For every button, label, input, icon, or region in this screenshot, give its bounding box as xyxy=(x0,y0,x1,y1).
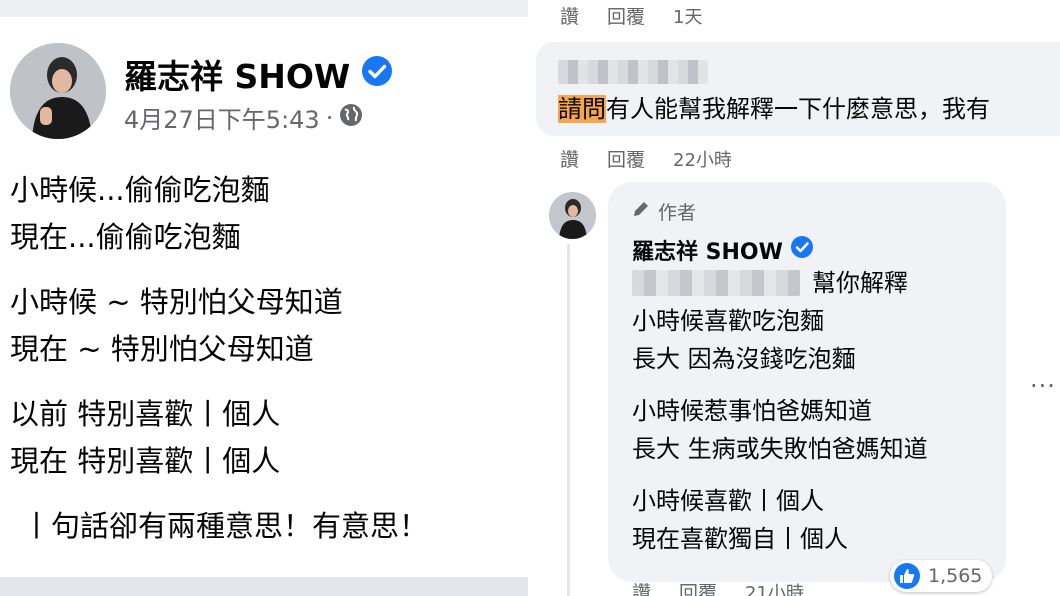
post-paragraph: 以前 特別喜歡丨個人 現在 特別喜歡丨個人 xyxy=(10,391,428,485)
globe-icon[interactable] xyxy=(339,103,363,133)
verified-badge-icon xyxy=(362,55,393,94)
reply-paragraph: 小時候喜歡丨個人 現在喜歡獨自丨個人 xyxy=(632,482,928,558)
post-line: 小時候...偷偷吃泡麵 xyxy=(10,173,270,207)
highlighted-text: 請問 xyxy=(558,95,606,123)
reply-author: 羅志祥 SHOW xyxy=(632,234,813,266)
thumbs-up-icon xyxy=(894,563,920,589)
post-line: 現在...偷偷吃泡麵 xyxy=(10,220,241,254)
reply-bubble: 作者 羅志祥 SHOW 幫你解釋 小時候喜歡吃泡麵 長大 因為沒錢吃泡麵 小時候… xyxy=(608,182,1006,582)
post-panel: 羅志祥 SHOW 4月27日下午5:43 · 小時候...偷偷吃泡麵 現在...… xyxy=(0,0,528,596)
blurred-mention xyxy=(632,270,800,296)
pencil-icon xyxy=(632,200,650,223)
reply-actions: 讚 回覆 21小時 xyxy=(632,578,832,596)
reply-body: 幫你解釋 小時候喜歡吃泡麵 長大 因為沒錢吃泡麵 小時候惹事怕爸媽知道 長大 生… xyxy=(632,264,928,572)
reply-line: 幫你解釋 xyxy=(632,264,928,302)
reply-paragraph: 幫你解釋 小時候喜歡吃泡麵 長大 因為沒錢吃泡麵 xyxy=(632,264,928,378)
comment-time[interactable]: 22小時 xyxy=(673,146,732,172)
reply-link[interactable]: 回覆 xyxy=(607,2,645,29)
meta-separator: · xyxy=(325,103,334,132)
reply-line: 長大 生病或失敗怕爸媽知道 xyxy=(632,435,928,463)
post-line: 小時候 ~ 特別怕父母知道 xyxy=(10,285,343,319)
comment-time[interactable]: 1天 xyxy=(673,3,702,29)
comment-time[interactable]: 21小時 xyxy=(745,579,804,596)
reply-line: 長大 因為沒錢吃泡麵 xyxy=(632,345,856,373)
reply-line: 現在喜歡獨自丨個人 xyxy=(632,525,848,553)
post-line: 現在 ~ 特別怕父母知道 xyxy=(10,332,314,366)
like-link[interactable]: 讚 xyxy=(632,578,651,596)
mention-suffix: 幫你解釋 xyxy=(812,269,908,297)
comment-text: 請問有人能幫我解釋一下什麼意思，我有 xyxy=(558,89,990,124)
thread-line xyxy=(567,244,570,596)
post-author-name[interactable]: 羅志祥 SHOW xyxy=(124,50,350,98)
comment-text-rest: 有人能幫我解釋一下什麼意思，我有 xyxy=(606,95,990,123)
more-options-icon[interactable]: ... xyxy=(1030,365,1056,393)
author-badge-label: 作者 xyxy=(658,202,697,224)
post-timestamp[interactable]: 4月27日下午5:43 xyxy=(124,100,320,135)
like-link[interactable]: 讚 xyxy=(560,145,579,172)
reply-line: 小時候喜歡丨個人 xyxy=(632,487,824,515)
reply-paragraph: 小時候惹事怕爸媽知道 長大 生病或失敗怕爸媽知道 xyxy=(632,392,928,468)
reply-author-name[interactable]: 羅志祥 SHOW xyxy=(632,234,783,266)
post-line: 以前 特別喜歡丨個人 xyxy=(10,397,281,431)
post-line: 現在 特別喜歡丨個人 xyxy=(10,444,281,478)
comment-actions: 讚 回覆 1天 xyxy=(560,2,730,29)
post-meta: 4月27日下午5:43 · xyxy=(124,100,363,135)
reaction-count[interactable]: 1,565 xyxy=(890,560,993,592)
author-badge: 作者 xyxy=(632,198,696,225)
bottom-divider xyxy=(0,577,528,596)
reply-author-avatar[interactable] xyxy=(549,192,596,239)
comments-panel: 讚 回覆 1天 請問有人能幫我解釋一下什麼意思，我有 讚 回覆 22小時 作者 … xyxy=(536,0,1060,596)
reply-link[interactable]: 回覆 xyxy=(607,145,645,172)
post-paragraph: 小時候 ~ 特別怕父母知道 現在 ~ 特別怕父母知道 xyxy=(10,279,428,373)
blurred-commenter-name xyxy=(558,60,708,84)
reply-link[interactable]: 回覆 xyxy=(679,578,717,596)
reply-line: 小時候喜歡吃泡麵 xyxy=(632,307,824,335)
post-paragraph: 丨句話卻有兩種意思！有意思！ xyxy=(10,503,428,550)
post-body: 小時候...偷偷吃泡麵 現在...偷偷吃泡麵 小時候 ~ 特別怕父母知道 現在 … xyxy=(10,167,428,550)
post-author: 羅志祥 SHOW xyxy=(124,50,393,98)
reply-line: 小時候惹事怕爸媽知道 xyxy=(632,397,872,425)
author-avatar[interactable] xyxy=(10,43,106,139)
verified-badge-icon xyxy=(790,236,813,264)
reaction-count-value: 1,565 xyxy=(928,565,983,587)
top-divider xyxy=(0,0,528,17)
post-paragraph: 小時候...偷偷吃泡麵 現在...偷偷吃泡麵 xyxy=(10,167,428,261)
post-line: 丨句話卻有兩種意思！有意思！ xyxy=(22,509,429,543)
like-link[interactable]: 讚 xyxy=(560,2,579,29)
comment-actions: 讚 回覆 22小時 xyxy=(560,145,760,172)
